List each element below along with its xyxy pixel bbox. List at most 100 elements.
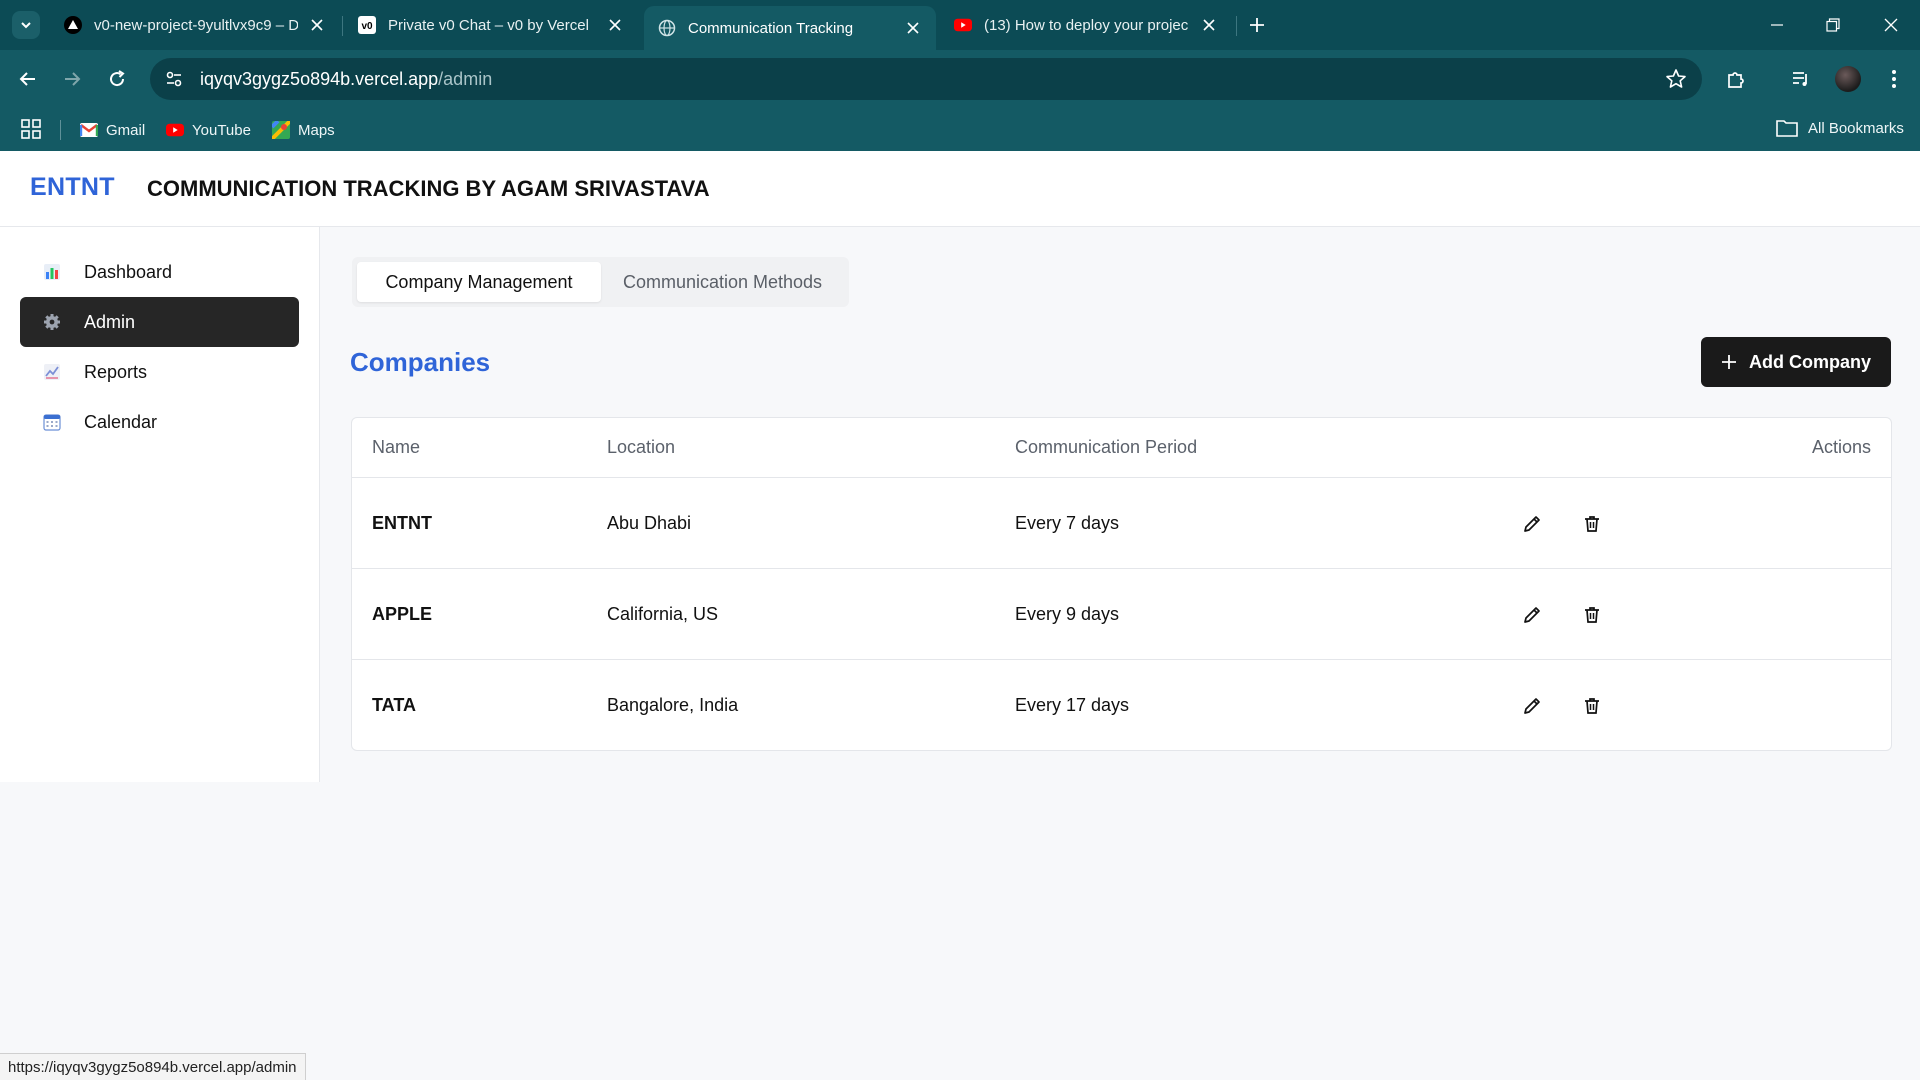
trash-icon [1585, 516, 1599, 532]
playlist-icon [1793, 72, 1807, 86]
tab-communication-methods[interactable]: Communication Methods [601, 262, 844, 302]
bookmarks-divider [60, 120, 61, 140]
browser-menu-button[interactable] [1880, 65, 1908, 93]
browser-tab[interactable]: v0 Private v0 Chat – v0 by Vercel [344, 6, 638, 44]
folder-icon [1776, 120, 1798, 137]
youtube-icon [166, 121, 184, 139]
companies-table: Name Location Communication Period Actio… [351, 417, 1892, 751]
tab-company-management[interactable]: Company Management [357, 262, 601, 302]
tab-divider [342, 16, 343, 36]
sidebar-item-label: Reports [84, 361, 148, 382]
bar-chart-icon [42, 262, 62, 282]
star-icon [1666, 69, 1686, 88]
address-bar[interactable]: iqyqv3gygz5o894b.vercel.app/admin [150, 58, 1702, 100]
tab-title: v0-new-project-9yultlvx9c9 – D [94, 16, 298, 34]
bookmark-youtube[interactable]: YouTube [166, 119, 251, 141]
tab-search-button[interactable] [12, 11, 40, 39]
plus-icon [1721, 355, 1736, 369]
company-location: Abu Dhabi [607, 512, 692, 533]
minimize-icon [1771, 24, 1783, 26]
column-header-actions: Actions [1811, 437, 1871, 457]
sidebar-item-calendar[interactable]: Calendar [20, 397, 299, 447]
table-row: APPLE California, US Every 9 days [352, 569, 1891, 660]
column-header-location: Location [607, 437, 676, 457]
delete-button[interactable] [1578, 601, 1606, 629]
reload-button[interactable] [103, 65, 131, 93]
media-control-button[interactable] [1787, 65, 1815, 93]
bookmark-label: Maps [298, 121, 335, 139]
company-location: California, US [607, 603, 719, 624]
delete-button[interactable] [1578, 510, 1606, 538]
tab-title: (13) How to deploy your projec [984, 16, 1189, 34]
url-text: iqyqv3gygz5o894b.vercel.app/admin [200, 69, 492, 90]
bookmark-maps[interactable]: Maps [272, 119, 335, 141]
browser-tab-active[interactable]: Communication Tracking [644, 6, 936, 50]
trash-icon [1585, 698, 1599, 714]
bookmark-gmail[interactable]: Gmail [80, 119, 145, 141]
table-row: TATA Bangalore, India Every 17 days [352, 660, 1891, 751]
line-chart-icon [42, 362, 62, 382]
extensions-button[interactable] [1722, 65, 1750, 93]
more-vertical-icon [1892, 70, 1896, 88]
delete-button[interactable] [1578, 692, 1606, 720]
sidebar-item-admin[interactable]: Admin [20, 297, 299, 347]
plus-icon [1250, 18, 1264, 32]
all-bookmarks-button[interactable]: All Bookmarks [1776, 119, 1904, 137]
column-header-period: Communication Period [1015, 437, 1198, 457]
sidebar: Dashboard Admin Reports Calendar [0, 227, 320, 782]
sidebar-item-dashboard[interactable]: Dashboard [20, 247, 299, 297]
sidebar-item-reports[interactable]: Reports [20, 347, 299, 397]
table-header-row: Name Location Communication Period Actio… [352, 418, 1891, 478]
all-bookmarks-label: All Bookmarks [1808, 119, 1904, 137]
reload-icon [110, 70, 125, 87]
bookmark-label: YouTube [192, 121, 251, 139]
arrow-left-icon [19, 72, 35, 86]
trash-icon [1585, 607, 1599, 623]
close-window-button[interactable] [1878, 12, 1904, 38]
company-name: ENTNT [372, 512, 432, 533]
restore-button[interactable] [1820, 12, 1846, 38]
site-info-icon[interactable] [162, 67, 186, 91]
gear-icon [42, 312, 62, 332]
chevron-down-icon [21, 22, 31, 29]
column-header-name: Name [372, 437, 421, 457]
restore-icon [1826, 18, 1840, 32]
bookmark-label: Gmail [106, 121, 146, 139]
forward-button[interactable] [58, 65, 86, 93]
status-url-tooltip: https://iqyqv3gygz5o894b.vercel.app/admi… [0, 1053, 306, 1080]
admin-tabs: Company Management Communication Methods [352, 257, 849, 307]
edit-button[interactable] [1518, 510, 1546, 538]
add-company-button[interactable]: Add Company [1701, 337, 1891, 387]
close-icon[interactable] [308, 16, 326, 34]
close-icon[interactable] [1200, 16, 1218, 34]
apps-grid-icon[interactable] [20, 118, 42, 140]
edit-button[interactable] [1518, 601, 1546, 629]
url-host: iqyqv3gygz5o894b.vercel.app [200, 68, 439, 89]
gmail-icon [80, 121, 98, 139]
new-tab-button[interactable] [1245, 13, 1269, 37]
app-header: ENTNT COMMUNICATION TRACKING BY AGAM SRI… [0, 151, 1920, 227]
tab-divider [1236, 16, 1237, 36]
brand-logo[interactable]: ENTNT [30, 173, 115, 202]
sidebar-item-label: Calendar [84, 411, 158, 432]
close-icon[interactable] [606, 16, 624, 34]
company-period: Every 17 days [1015, 695, 1130, 715]
pencil-icon [1524, 698, 1540, 714]
globe-icon [658, 19, 676, 37]
puzzle-icon [1728, 72, 1744, 88]
svg-text:v0: v0 [361, 21, 373, 32]
calendar-icon [42, 412, 62, 432]
browser-tab[interactable]: (13) How to deploy your projec [940, 6, 1232, 44]
close-icon[interactable] [904, 19, 922, 37]
back-button[interactable] [14, 65, 42, 93]
v0-icon: v0 [358, 16, 376, 34]
minimize-button[interactable] [1764, 12, 1790, 38]
browser-tab[interactable]: v0-new-project-9yultlvx9c9 – D [50, 6, 340, 44]
bookmark-star-button[interactable] [1664, 67, 1688, 91]
bookmarks-bar: Gmail YouTube Maps All Bookmarks [0, 108, 1920, 151]
profile-avatar[interactable] [1835, 66, 1861, 92]
add-company-label: Add Company [1748, 351, 1871, 372]
company-location: Bangalore, India [607, 695, 739, 715]
edit-button[interactable] [1518, 692, 1546, 720]
app-title: COMMUNICATION TRACKING BY AGAM SRIVASTAV… [147, 176, 710, 201]
